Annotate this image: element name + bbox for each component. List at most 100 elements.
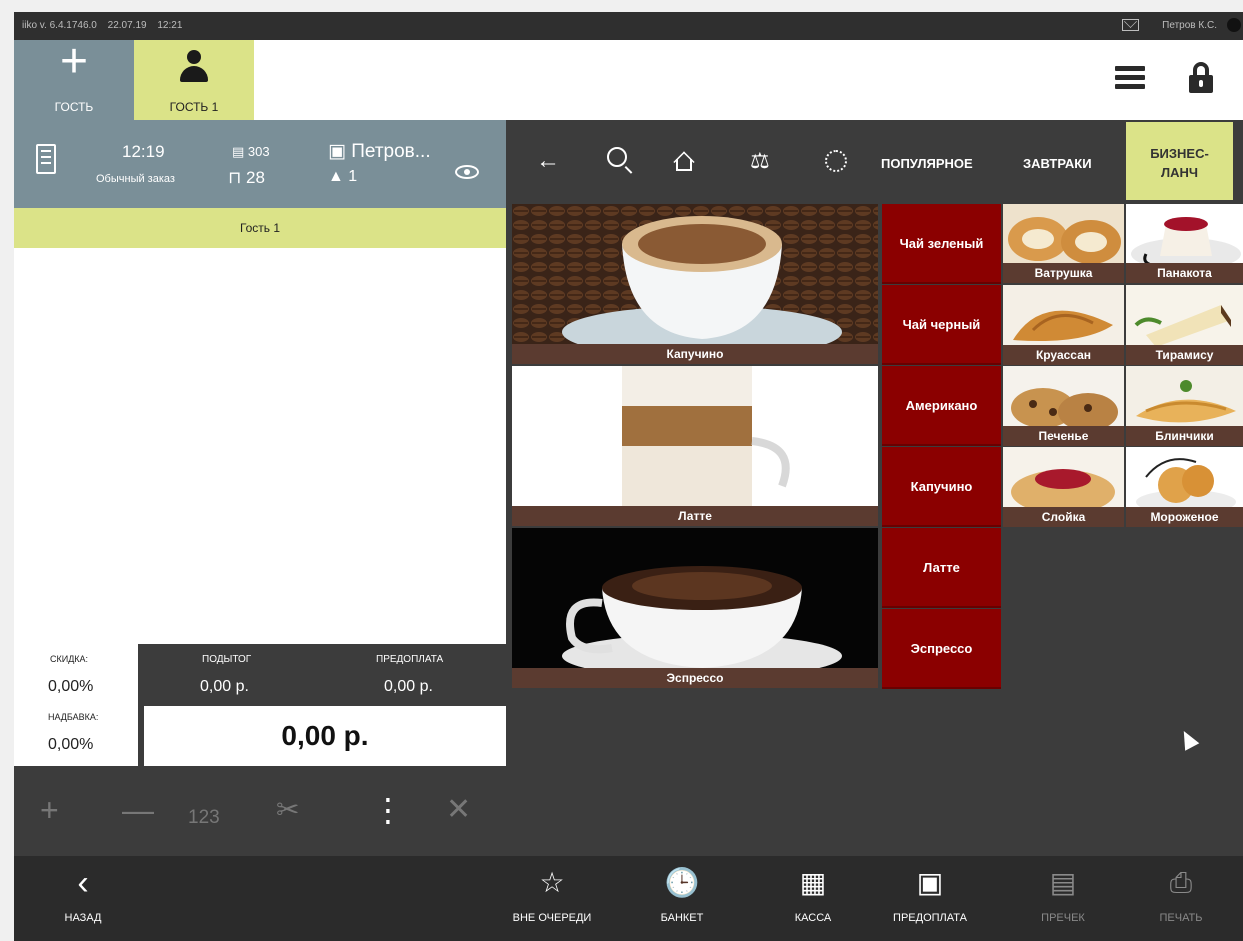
product-caption: Ватрушка bbox=[1003, 263, 1124, 283]
chevron-left-icon: ‹ bbox=[77, 864, 89, 902]
table-number[interactable]: ⊓ 28 bbox=[228, 168, 265, 188]
circle-icon[interactable] bbox=[825, 150, 847, 172]
product-caption: Круассан bbox=[1003, 345, 1124, 365]
order-items-list[interactable]: Гость 1 bbox=[14, 208, 506, 644]
product-tile-croissant[interactable]: Круассан bbox=[1003, 285, 1124, 365]
printer-icon: ⎙ bbox=[1169, 867, 1193, 898]
money-icon: ▣ bbox=[916, 867, 944, 898]
product-caption: Блинчики bbox=[1126, 426, 1243, 446]
out-of-queue-label: ВНЕ ОЧЕРЕДИ bbox=[512, 912, 592, 924]
order-number: ▤ 303 bbox=[232, 144, 270, 159]
surcharge-label: НАДБАВКА: bbox=[48, 712, 99, 722]
guest-count-value: 1 bbox=[348, 168, 358, 185]
prepayment-button[interactable]: ▣ ПРЕДОПЛАТА bbox=[880, 856, 980, 941]
back-arrow-icon[interactable]: ← bbox=[536, 146, 560, 176]
plus-button[interactable]: + bbox=[40, 792, 59, 828]
guest-count[interactable]: ▲ 1 bbox=[328, 168, 357, 186]
category-business-lunch[interactable]: БИЗНЕС- ЛАНЧ bbox=[1126, 122, 1233, 200]
cappuccino-photo bbox=[512, 204, 878, 364]
add-guest-label: ГОСТЬ bbox=[54, 100, 94, 114]
cash-button[interactable]: ▦ КАССА bbox=[778, 856, 848, 941]
product-caption: Эспрессо bbox=[512, 668, 878, 688]
product-tile-tiramisu[interactable]: Тирамису bbox=[1126, 285, 1243, 365]
out-of-queue-button[interactable]: ☆ ВНЕ ОЧЕРЕДИ bbox=[502, 856, 602, 941]
prepayment-label: ПРЕДОПЛАТА bbox=[893, 912, 967, 924]
order-doc-icon bbox=[36, 144, 56, 174]
mail-icon[interactable] bbox=[1122, 19, 1139, 31]
prepay-label: ПРЕДОПЛАТА bbox=[376, 654, 444, 665]
product-tile-cappuccino[interactable]: Капучино bbox=[512, 204, 878, 364]
home-icon[interactable] bbox=[673, 150, 695, 173]
add-guest-button[interactable]: + ГОСТЬ bbox=[14, 35, 134, 120]
product-caption: Печенье bbox=[1003, 426, 1124, 446]
order-number-value: 303 bbox=[247, 144, 270, 159]
back-button[interactable]: ‹ НАЗАД bbox=[48, 856, 118, 941]
subtotal-label: ПОДЫТОГ bbox=[202, 654, 252, 665]
waiter[interactable]: ▣ Петров... bbox=[328, 140, 431, 163]
banquet-button[interactable]: 🕒 БАНКЕТ bbox=[642, 856, 722, 941]
product-button[interactable]: Латте bbox=[882, 528, 1001, 608]
minus-button[interactable]: — bbox=[122, 792, 154, 828]
subtotal-value: 0,00 р. bbox=[200, 678, 249, 695]
category-breakfast[interactable]: ЗАВТРАКИ bbox=[1023, 156, 1092, 171]
print-label: ПЕЧАТЬ bbox=[1159, 912, 1203, 924]
cash-label: КАССА bbox=[794, 912, 832, 924]
more-button[interactable]: ⋮ bbox=[372, 792, 404, 828]
grand-total: 0,00 р. bbox=[144, 706, 506, 766]
product-tile-puff[interactable]: Слойка bbox=[1003, 447, 1124, 527]
discount-panel[interactable]: СКИДКА: 0,00% НАДБАВКА: 0,00% bbox=[14, 644, 138, 766]
plus-icon: + bbox=[59, 35, 89, 88]
prepay-value: 0,00 р. bbox=[384, 678, 433, 695]
bottom-bar: ‹ НАЗАД ☆ ВНЕ ОЧЕРЕДИ 🕒 БАНКЕТ ▦ КАССА ▣… bbox=[14, 856, 1243, 941]
scale-icon[interactable]: ⚖ bbox=[750, 146, 770, 176]
product-tile-latte[interactable]: Латте bbox=[512, 366, 878, 526]
product-button[interactable]: Эспрессо bbox=[882, 609, 1001, 689]
product-button[interactable]: Американо bbox=[882, 366, 1001, 446]
product-tile-vatrushka[interactable]: Ватрушка bbox=[1003, 204, 1124, 283]
search-icon[interactable] bbox=[607, 147, 627, 167]
product-tile-pannacotta[interactable]: Панакота bbox=[1126, 204, 1243, 283]
menu-icon[interactable] bbox=[1115, 66, 1145, 90]
product-caption: Капучино bbox=[512, 344, 878, 364]
product-button[interactable]: Капучино bbox=[882, 447, 1001, 527]
scissors-icon[interactable]: ✂ bbox=[276, 792, 299, 828]
product-tile-icecream[interactable]: Мороженое bbox=[1126, 447, 1243, 527]
waiter-name: Петров... bbox=[351, 141, 431, 162]
business-label-1: БИЗНЕС- bbox=[1150, 146, 1209, 161]
discount-label: СКИДКА: bbox=[50, 654, 89, 664]
eye-icon[interactable] bbox=[455, 165, 479, 179]
product-button[interactable]: Чай зеленый bbox=[882, 204, 1001, 284]
version-text: iiko v. 6.4.1746.0 bbox=[22, 20, 97, 31]
product-tile-espresso[interactable]: Эспрессо bbox=[512, 528, 878, 688]
mouse-cursor bbox=[1176, 727, 1200, 751]
date-text: 22.07.19 bbox=[107, 20, 147, 31]
product-caption: Мороженое bbox=[1126, 507, 1243, 527]
subtotal-panel: ПОДЫТОГ 0,00 р. ПРЕДОПЛАТА 0,00 р. bbox=[138, 644, 506, 706]
discount-value: 0,00% bbox=[48, 678, 94, 695]
print-button[interactable]: ⎙ ПЕЧАТЬ bbox=[1146, 856, 1216, 941]
status-info: iiko v. 6.4.1746.0 22.07.19 12:21 bbox=[22, 20, 190, 31]
table-number-value: 28 bbox=[246, 168, 265, 187]
current-user: Петров К.С. bbox=[1162, 20, 1217, 31]
person-icon bbox=[178, 50, 210, 84]
espresso-photo bbox=[512, 528, 878, 688]
guest-tab-1[interactable]: ГОСТЬ 1 bbox=[134, 40, 254, 120]
status-bar: iiko v. 6.4.1746.0 22.07.19 12:21 Петров… bbox=[14, 12, 1243, 40]
lock-icon[interactable] bbox=[1189, 62, 1213, 94]
product-button[interactable]: Чай черный bbox=[882, 285, 1001, 365]
guest-row[interactable]: Гость 1 bbox=[14, 208, 506, 248]
category-popular[interactable]: ПОПУЛЯРНОЕ bbox=[881, 156, 973, 171]
precheck-button[interactable]: ▤ ПРЕЧЕК bbox=[1028, 856, 1098, 941]
category-nav: ← ⚖ ПОПУЛЯРНОЕ ЗАВТРАКИ БИЗНЕС- ЛАНЧ bbox=[506, 120, 1243, 202]
order-type[interactable]: Обычный заказ bbox=[96, 173, 175, 185]
product-tile-cookies[interactable]: Печенье bbox=[1003, 366, 1124, 446]
guest-tab-label: ГОСТЬ 1 bbox=[169, 100, 219, 114]
quantity-button[interactable]: 123 bbox=[188, 800, 220, 836]
time-text: 12:21 bbox=[157, 20, 183, 31]
product-caption: Слойка bbox=[1003, 507, 1124, 527]
product-tile-blini[interactable]: Блинчики bbox=[1126, 366, 1243, 446]
order-header: 12:19 Обычный заказ ▤ 303 ⊓ 28 ▣ Петров.… bbox=[14, 120, 506, 208]
precheck-label: ПРЕЧЕК bbox=[1041, 912, 1085, 924]
delete-button[interactable]: ✕ bbox=[446, 792, 471, 828]
banquet-icon: 🕒 bbox=[664, 867, 700, 898]
